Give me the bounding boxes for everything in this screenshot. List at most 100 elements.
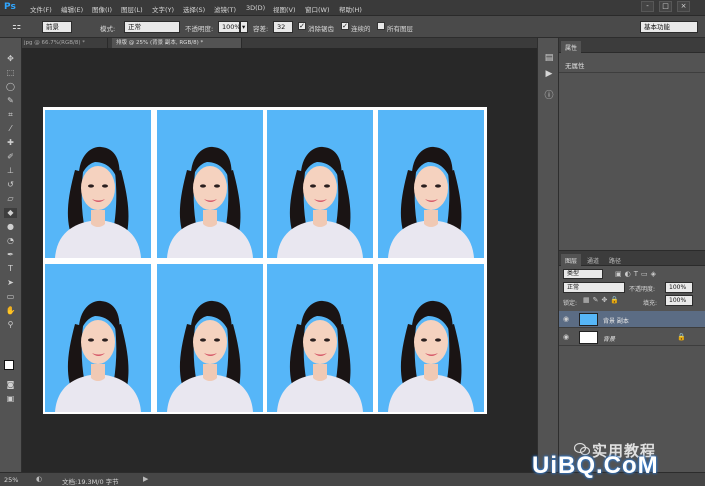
document-info: 文档:19.3M/0 字节 — [62, 478, 119, 486]
path-select-tool-icon[interactable]: ➤ — [4, 278, 17, 288]
menu-help[interactable]: 帮助(H) — [339, 4, 362, 14]
menu-filter[interactable]: 滤镜(T) — [214, 4, 236, 14]
history-brush-tool-icon[interactable]: ↺ — [4, 180, 17, 190]
photoshop-logo: Ps — [4, 2, 16, 12]
layer-kind-filter[interactable]: 类型 — [563, 269, 603, 279]
history-panel-icon[interactable]: ▤ — [543, 52, 555, 64]
eye-icon[interactable]: ◉ — [563, 334, 572, 341]
type-tool-icon[interactable]: T — [4, 264, 17, 274]
healing-tool-icon[interactable]: ✚ — [4, 138, 17, 148]
menu-type[interactable]: 文字(Y) — [152, 4, 174, 14]
antialias-checkbox[interactable]: ✓ — [298, 22, 306, 30]
id-photo — [378, 264, 484, 412]
tab-channels[interactable]: 通道 — [583, 254, 603, 266]
stamp-tool-icon[interactable]: ⊥ — [4, 166, 17, 176]
menu-file[interactable]: 文件(F) — [30, 4, 52, 14]
properties-tab[interactable]: 属性 — [561, 41, 582, 53]
document-tab-bar: jpg @ 66.7%(RGB/8) * 排版 @ 25% (背景 副本, RG… — [20, 38, 537, 48]
layer-name: 背景 副本 — [603, 318, 629, 325]
menu-layer[interactable]: 图层(L) — [121, 4, 143, 14]
opacity-input[interactable]: 100% — [218, 21, 241, 33]
tolerance-input[interactable]: 32 — [273, 21, 293, 33]
properties-panel: 属性 无属性 — [559, 38, 705, 250]
zoom-level[interactable]: 25% — [4, 476, 18, 484]
id-photo — [378, 110, 484, 258]
tab-layers[interactable]: 图层 — [561, 254, 582, 266]
menu-window[interactable]: 窗口(W) — [305, 4, 330, 14]
hand-tool-icon[interactable]: ✋ — [4, 306, 17, 316]
minimize-button[interactable]: - — [641, 1, 654, 12]
status-menu-arrow-icon[interactable]: ▶ — [143, 475, 148, 483]
watermark-site-logo: UiBQ.CoM — [532, 452, 659, 479]
opacity-label: 不透明度: — [185, 25, 214, 33]
layer-filter-icons[interactable]: ▣◐T▭◈ — [615, 269, 693, 279]
maximize-button[interactable]: □ — [659, 1, 672, 12]
mode-select[interactable]: 正常 — [124, 21, 180, 33]
fill-input[interactable]: 100% — [665, 295, 693, 306]
workspace-select[interactable]: 基本功能 — [640, 21, 698, 33]
tools-panel: ✥ ⬚ ◯ ✎ ⌗ ⁄ ✚ ✐ ⊥ ↺ ▱ ◆ ● ◔ ✒ T ➤ ▭ ✋ ⚲ … — [0, 38, 22, 472]
menu-bar: Ps 文件(F) 编辑(E) 图像(I) 图层(L) 文字(Y) 选择(S) 滤… — [0, 0, 705, 16]
contiguous-label: 连续的 — [351, 25, 371, 33]
blur-tool-icon[interactable]: ● — [4, 222, 17, 232]
menu-edit[interactable]: 编辑(E) — [61, 4, 83, 14]
layers-panel: 图层 通道 路径 类型 ▣◐T▭◈ 正常 不透明度: 100% 锁定: ▦✎✥🔒… — [559, 250, 705, 472]
tolerance-label: 容差: — [253, 25, 269, 33]
zoom-tool-icon[interactable]: ⚲ — [4, 320, 17, 330]
dodge-tool-icon[interactable]: ◔ — [4, 236, 17, 246]
id-photo — [45, 264, 151, 412]
blend-mode-select[interactable]: 正常 — [563, 282, 625, 293]
pen-tool-icon[interactable]: ✒ — [4, 250, 17, 260]
eye-icon[interactable]: ◉ — [563, 316, 572, 323]
divider — [559, 72, 705, 73]
layer-row-background[interactable]: ◉ 背景 🔒 — [559, 329, 705, 346]
mode-label: 模式: — [100, 25, 116, 33]
fill-label: 填充: — [643, 300, 658, 307]
quick-mask-icon[interactable]: ◙ — [4, 380, 17, 390]
fill-source-select[interactable]: 前景 — [42, 21, 72, 33]
id-photo — [157, 110, 263, 258]
menu-image[interactable]: 图像(I) — [92, 4, 112, 14]
id-photo — [267, 264, 373, 412]
menu-view[interactable]: 视图(V) — [273, 4, 296, 14]
options-bar: ⚏ 前景 模式: 正常 不透明度: 100% ▾ 容差: 32 ✓ 消除锯齿 ✓… — [0, 16, 705, 38]
brush-tool-icon[interactable]: ✐ — [4, 152, 17, 162]
layer-opacity-input[interactable]: 100% — [665, 282, 693, 293]
menu-3d[interactable]: 3D(D) — [246, 4, 265, 12]
id-photo — [157, 264, 263, 412]
id-photo — [267, 110, 373, 258]
antialias-label: 消除锯齿 — [308, 25, 334, 33]
quick-select-tool-icon[interactable]: ✎ — [4, 96, 17, 106]
lasso-tool-icon[interactable]: ◯ — [4, 82, 17, 92]
properties-content: 无属性 — [565, 62, 585, 70]
paint-bucket-tool-icon[interactable]: ◆ — [4, 208, 17, 218]
layer-opacity-label: 不透明度: — [629, 286, 656, 293]
info-panel-icon[interactable]: ⓘ — [543, 90, 555, 102]
marquee-tool-icon[interactable]: ⬚ — [4, 68, 17, 78]
actions-panel-icon[interactable]: ▶ — [543, 68, 555, 80]
opacity-dropdown[interactable]: ▾ — [240, 21, 248, 33]
tab-photo-jpg[interactable]: jpg @ 66.7%(RGB/8) * — [20, 38, 108, 48]
tab-paths[interactable]: 路径 — [605, 254, 625, 266]
layer-row-bg-copy[interactable]: ◉ 背景 副本 — [559, 311, 705, 328]
crop-tool-icon[interactable]: ⌗ — [4, 110, 17, 120]
layer-name: 背景 — [603, 336, 616, 343]
screen-mode-icon[interactable]: ▣ — [4, 394, 17, 404]
status-icon: ◐ — [36, 475, 43, 483]
eraser-tool-icon[interactable]: ▱ — [4, 194, 17, 204]
contiguous-checkbox[interactable]: ✓ — [341, 22, 349, 30]
move-tool-icon[interactable]: ✥ — [4, 54, 17, 64]
photo-sheet — [43, 107, 487, 414]
layer-thumbnail — [579, 313, 598, 326]
all-layers-checkbox[interactable] — [377, 22, 385, 30]
eyedropper-tool-icon[interactable]: ⁄ — [4, 124, 17, 134]
properties-header: 属性 — [559, 38, 705, 53]
tab-layout-psd[interactable]: 排版 @ 25% (背景 副本, RGB/8) * — [112, 38, 242, 48]
menu-select[interactable]: 选择(S) — [183, 4, 205, 14]
lock-icons[interactable]: ▦✎✥🔒 — [583, 296, 629, 305]
all-layers-label: 所有图层 — [387, 25, 413, 33]
close-button[interactable]: × — [677, 1, 690, 12]
paint-bucket-icon[interactable]: ⚏ — [12, 21, 26, 33]
foreground-color-swatch[interactable] — [4, 360, 14, 370]
shape-tool-icon[interactable]: ▭ — [4, 292, 17, 302]
